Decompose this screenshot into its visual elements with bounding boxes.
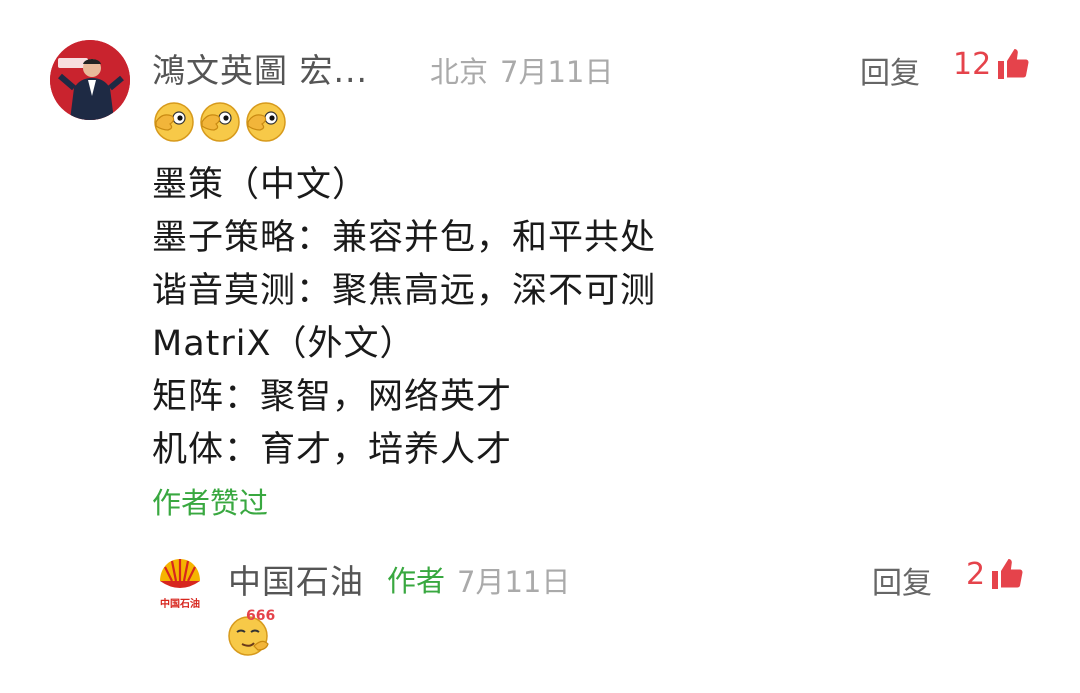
reply-author-name[interactable]: 中国石油 <box>228 555 364 603</box>
reply-button[interactable]: 回复 <box>872 558 932 602</box>
eye-peek-emoji-icon <box>200 102 240 142</box>
like-count: 2 <box>966 556 986 592</box>
comment-location: 北京 <box>430 55 489 89</box>
thumbs-up-icon <box>992 559 1023 589</box>
comment-text-line: 机体：育才，培养人才 <box>152 430 513 470</box>
comment-date: 7月11日 <box>500 55 614 89</box>
author-liked-label: 作者赞过 <box>152 486 269 520</box>
reply-avatar[interactable]: 中国石油 <box>150 555 210 615</box>
eye-peek-emoji-icon <box>154 102 194 142</box>
666-text: 666 <box>246 608 276 624</box>
emoji-row <box>152 100 288 144</box>
comment-author-name[interactable]: 鴻文英圖 宏... <box>152 44 368 92</box>
reply-date: 7月11日 <box>457 565 571 599</box>
eye-peek-emoji-icon <box>246 102 286 142</box>
comment-text-line: 谐音莫测：聚焦高远，深不可测 <box>152 271 657 311</box>
reply-button[interactable]: 回复 <box>860 48 920 92</box>
comment-text-line: MatriX（外文） <box>152 324 416 364</box>
comment-text-line: 矩阵：聚智，网络英才 <box>152 377 513 417</box>
logo-text: 中国石油 <box>160 599 200 610</box>
666-emoji-icon: 666 <box>226 608 276 658</box>
petrochina-logo-icon <box>160 559 200 588</box>
thumbs-up-icon <box>998 49 1029 79</box>
avatar-photo <box>50 40 130 120</box>
like-button[interactable]: 2 <box>966 556 1025 592</box>
like-button[interactable]: 12 <box>953 46 1031 82</box>
like-count: 12 <box>953 46 992 82</box>
author-badge: 作者 <box>387 564 446 598</box>
comment-text-line: 墨子策略：兼容并包，和平共处 <box>152 218 657 258</box>
comment-text-line: 墨策（中文） <box>152 165 369 205</box>
avatar[interactable] <box>50 40 130 120</box>
